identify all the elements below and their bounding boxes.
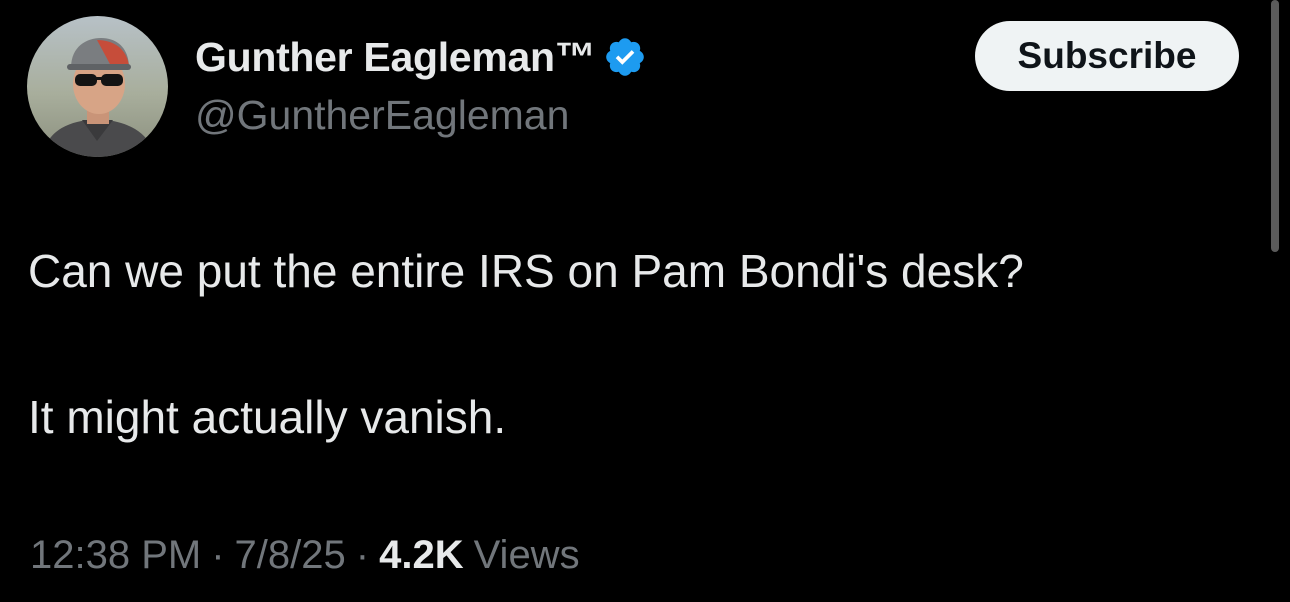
tweet-date[interactable]: 7/8/25 <box>235 533 346 578</box>
author-name-row[interactable]: Gunther Eagleman™ <box>195 31 647 83</box>
tweet-card: Gunther Eagleman™ @GuntherEagleman Subsc… <box>0 0 1290 602</box>
views-count[interactable]: 4.2K <box>379 533 464 578</box>
tweet-meta: 12:38 PM · 7/8/25 · 4.2K Views <box>30 533 580 578</box>
tweet-time[interactable]: 12:38 PM <box>30 533 201 578</box>
verified-badge-icon[interactable] <box>603 35 647 79</box>
meta-separator: · <box>211 533 225 577</box>
tweet-text-line: It might actually vanish. <box>28 391 507 443</box>
scrollbar[interactable] <box>1271 0 1279 252</box>
avatar-photo <box>27 16 168 157</box>
avatar[interactable] <box>27 16 168 157</box>
tweet-text-line: Can we put the entire IRS on Pam Bondi's… <box>28 245 1024 297</box>
author-display-name[interactable]: Gunther Eagleman™ <box>195 34 596 81</box>
subscribe-button[interactable]: Subscribe <box>975 21 1239 91</box>
author-handle[interactable]: @GuntherEagleman <box>195 92 569 139</box>
meta-separator: · <box>355 533 370 577</box>
views-label[interactable]: Views <box>474 533 580 578</box>
